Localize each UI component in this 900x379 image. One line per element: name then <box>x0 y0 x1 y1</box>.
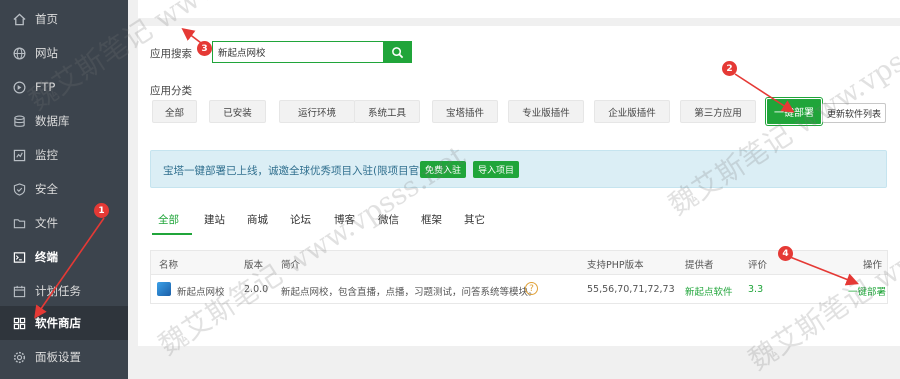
sidebar-item-sites[interactable]: 网站 <box>0 36 128 70</box>
annotation-marker-1: 1 <box>94 203 109 218</box>
sidebar-item-cron[interactable]: 计划任务 <box>0 274 128 308</box>
sidebar-item-monitor[interactable]: 监控 <box>0 138 128 172</box>
tab-wechat[interactable]: 微信 <box>378 212 399 227</box>
sidebar-item-app-store[interactable]: 软件商店 <box>0 306 128 340</box>
app-table: 名称 版本 简介 支持PHP版本 提供者 评价 操作 新起点网校 2.0.0 新… <box>150 250 888 304</box>
search-icon <box>392 46 404 58</box>
top-strip <box>138 0 900 18</box>
sidebar-item-database[interactable]: 数据库 <box>0 104 128 138</box>
one-click-deploy-category-button[interactable]: 一键部署 <box>766 98 822 125</box>
category-label: 应用分类 <box>150 85 192 97</box>
annotation-marker-2: 2 <box>722 61 737 76</box>
tab-forum[interactable]: 论坛 <box>290 212 311 227</box>
active-tab-indicator <box>152 233 192 235</box>
annotation-marker-3: 3 <box>197 41 212 56</box>
category-installed-button[interactable]: 已安装 <box>209 100 266 123</box>
column-header-action: 操作 <box>863 260 883 271</box>
sidebar-item-label: 面板设置 <box>35 350 81 364</box>
search-input-box[interactable] <box>212 41 384 63</box>
free-join-button[interactable]: 免费入驻 <box>420 161 467 178</box>
category-all-button[interactable]: 全部 <box>152 100 197 123</box>
category-third-party-button[interactable]: 第三方应用 <box>680 100 756 123</box>
app-logo-icon <box>157 282 171 296</box>
search-button[interactable] <box>383 41 412 63</box>
sidebar-item-home[interactable]: 首页 <box>0 2 128 36</box>
help-icon[interactable]: ? <box>525 282 538 295</box>
sidebar-item-label: 软件商店 <box>35 316 81 330</box>
sidebar-item-label: 安全 <box>35 182 58 196</box>
category-pro-plugins-button[interactable]: 专业版插件 <box>508 100 584 123</box>
annotation-marker-4: 4 <box>778 246 793 261</box>
column-header-php: 支持PHP版本 <box>587 260 644 271</box>
tab-other[interactable]: 其它 <box>464 212 485 227</box>
column-header-desc: 简介 <box>281 260 301 271</box>
tab-framework[interactable]: 框架 <box>421 212 442 227</box>
sidebar-item-label: 数据库 <box>35 114 70 128</box>
shield-icon <box>12 182 26 196</box>
column-header-provider: 提供者 <box>685 260 714 271</box>
tab-shop[interactable]: 商城 <box>247 212 268 227</box>
column-header-name: 名称 <box>159 260 179 271</box>
clock-icon <box>12 284 26 298</box>
search-label: 应用搜索 <box>150 48 192 60</box>
one-click-deploy-link[interactable]: 一键部署 <box>848 284 886 298</box>
category-bt-plugins-button[interactable]: 宝塔插件 <box>432 100 498 123</box>
category-enterprise-plugins-button[interactable]: 企业版插件 <box>594 100 670 123</box>
gear-icon <box>12 350 26 364</box>
app-rating: 3.3 <box>748 284 764 295</box>
refresh-software-list-button[interactable]: 更新软件列表 <box>822 103 886 123</box>
terminal-icon <box>12 250 26 264</box>
app-desc: 新起点网校，包含直播，点播，习题测试，问答系统等模块。 <box>281 287 538 298</box>
sidebar-item-label: FTP <box>35 80 56 94</box>
notice-banner: 宝塔一键部署已上线，诚邀全球优秀项目入驻(限项目官方) 免费入驻 导入项目 <box>150 150 887 188</box>
sidebar-item-label: 终端 <box>35 250 58 264</box>
ftp-icon <box>12 80 26 94</box>
search-input[interactable] <box>213 42 383 62</box>
tab-all[interactable]: 全部 <box>158 212 179 227</box>
app-php-versions: 55,56,70,71,72,73 <box>587 284 675 295</box>
category-runtime-button[interactable]: 运行环境 <box>279 100 355 123</box>
notice-text: 宝塔一键部署已上线，诚邀全球优秀项目入驻(限项目官方) <box>163 165 434 177</box>
tab-site[interactable]: 建站 <box>204 212 225 227</box>
app-version: 2.0.0 <box>244 284 269 295</box>
app-name: 新起点网校 <box>177 287 225 298</box>
sidebar-item-security[interactable]: 安全 <box>0 172 128 206</box>
monitor-icon <box>12 148 26 162</box>
globe-icon <box>12 46 26 60</box>
folder-icon <box>12 216 26 230</box>
app-provider-link[interactable]: 新起点软件 <box>685 284 733 298</box>
sidebar-item-settings[interactable]: 面板设置 <box>0 340 128 374</box>
column-header-rating: 评价 <box>748 260 768 271</box>
sidebar-item-ftp[interactable]: FTP <box>0 70 128 104</box>
home-icon <box>12 12 26 26</box>
import-project-button[interactable]: 导入项目 <box>473 161 520 178</box>
sidebar-item-terminal[interactable]: 终端 <box>0 240 128 274</box>
sidebar-item-label: 文件 <box>35 216 58 230</box>
column-header-version: 版本 <box>244 260 264 271</box>
category-system-tools-button[interactable]: 系统工具 <box>354 100 420 123</box>
sidebar-item-label: 首页 <box>35 12 58 26</box>
sidebar-item-label: 监控 <box>35 148 58 162</box>
tab-blog[interactable]: 博客 <box>334 212 355 227</box>
sidebar-item-label: 计划任务 <box>35 284 81 298</box>
sidebar: 首页 网站 FTP 数据库 监控 安全 文件 终端 计划任务 软件商店 面板设置 <box>0 0 128 379</box>
grid-icon <box>12 316 26 330</box>
database-icon <box>12 114 26 128</box>
table-header: 名称 版本 简介 支持PHP版本 提供者 评价 操作 <box>151 251 887 275</box>
sidebar-item-label: 网站 <box>35 46 58 60</box>
